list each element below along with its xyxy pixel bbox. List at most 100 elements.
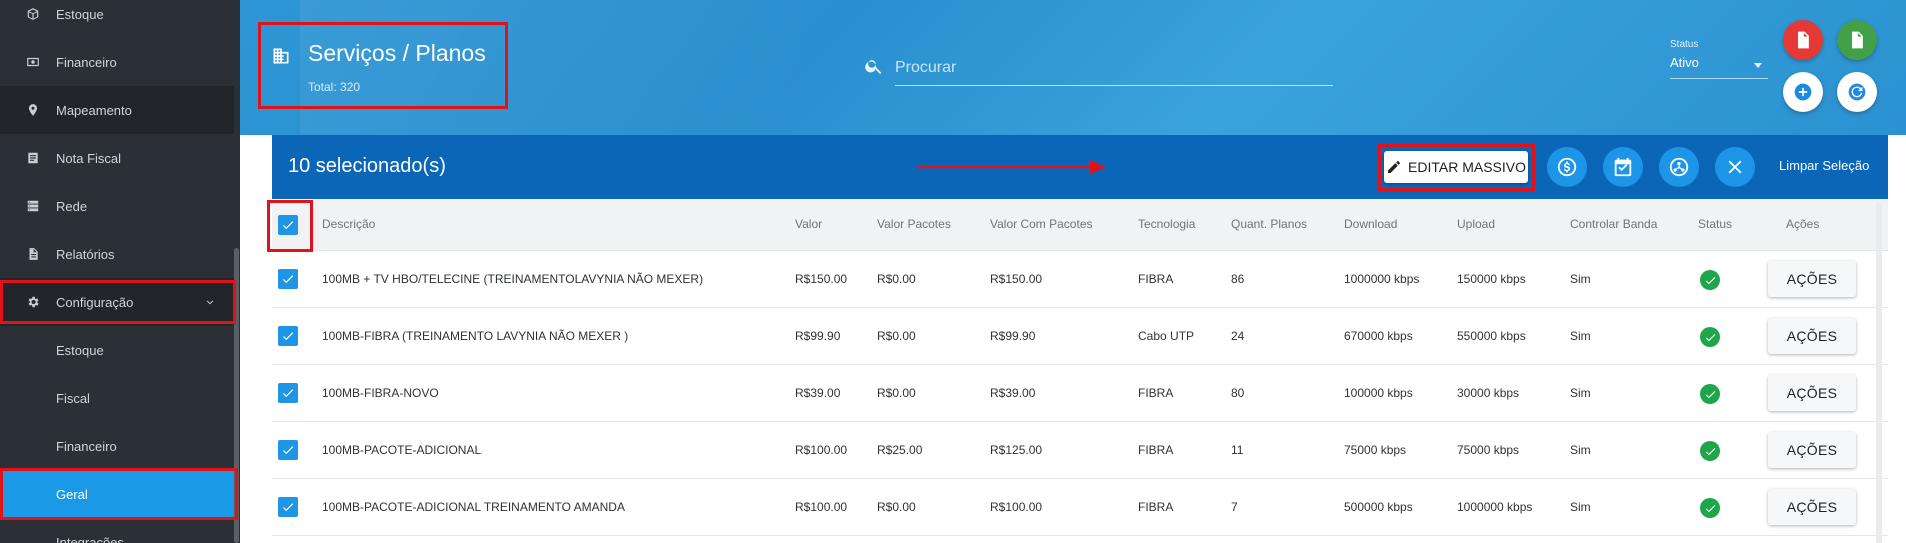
table-row[interactable]: 100MB + TV HBO/TELECINE (TREINAMENTOLAVY… — [272, 251, 1888, 308]
cell-valor-pacotes: R$0.00 — [877, 500, 916, 514]
status-filter-select[interactable]: Ativo — [1670, 55, 1768, 79]
select-all-checkbox[interactable] — [278, 215, 298, 235]
clear-selection-link[interactable]: Limpar Seleção — [1779, 158, 1869, 173]
pencil-icon — [1388, 161, 1400, 173]
table-row[interactable]: 100MB-PACOTE-ADICIONAL TREINAMENTO AMAND… — [272, 479, 1888, 536]
sidebar: Estoque Financeiro Mapeamento Nota Fisca… — [0, 0, 240, 543]
column-header-valor-pacotes[interactable]: Valor Pacotes — [877, 217, 951, 231]
sidebar-item-financeiro[interactable]: Financeiro — [0, 38, 234, 86]
sidebar-item-label: Relatórios — [56, 246, 115, 262]
row-actions-button[interactable]: AÇÕES — [1768, 432, 1856, 468]
status-active-icon — [1700, 327, 1720, 347]
add-button[interactable] — [1783, 72, 1823, 112]
row-checkbox[interactable] — [278, 497, 298, 517]
column-header-controlar-banda[interactable]: Controlar Banda — [1570, 217, 1657, 231]
sidebar-item-configuracao[interactable]: Configuração — [0, 278, 234, 326]
status-active-icon — [1700, 270, 1720, 290]
column-header-quant-planos[interactable]: Quant. Planos — [1231, 217, 1307, 231]
sidebar-subitem-estoque[interactable]: Estoque — [0, 326, 234, 374]
annotation-arrow-icon — [918, 160, 1106, 174]
export-pdf-button[interactable] — [1783, 20, 1823, 60]
table-row[interactable]: 100MB-PACOTE-ADICIONAL R$100.00 R$25.00 … — [272, 422, 1888, 479]
server-icon — [26, 199, 40, 213]
column-header-descricao[interactable]: Descrição — [322, 217, 375, 231]
row-actions-button[interactable]: AÇÕES — [1768, 489, 1856, 525]
check-icon — [282, 221, 294, 230]
header-shade — [300, 0, 800, 135]
cell-controlar-banda: Sim — [1570, 329, 1591, 343]
column-header-upload[interactable]: Upload — [1457, 217, 1495, 231]
row-checkbox[interactable] — [278, 269, 298, 289]
row-actions-button[interactable]: AÇÕES — [1768, 375, 1856, 411]
sidebar-subitem-label: Fiscal — [56, 390, 90, 406]
sidebar-item-label: Financeiro — [56, 54, 117, 70]
row-checkbox[interactable] — [278, 326, 298, 346]
table-row[interactable]: 100MB-FIBRA-NOVO R$39.00 R$0.00 R$39.00 … — [272, 365, 1888, 422]
status-active-icon — [1700, 384, 1720, 404]
refresh-button[interactable] — [1837, 72, 1877, 112]
cell-valor-pacotes: R$0.00 — [877, 329, 916, 343]
sidebar-subitem-financeiro[interactable]: Financeiro — [0, 422, 234, 470]
column-header-valor[interactable]: Valor — [795, 217, 822, 231]
cell-descricao: 100MB + TV HBO/TELECINE (TREINAMENTOLAVY… — [322, 272, 704, 286]
bulk-network-button[interactable] — [1659, 147, 1699, 187]
sidebar-subitem-label: Estoque — [56, 342, 104, 358]
sidebar-subitem-integracoes[interactable]: Integrações — [0, 518, 234, 543]
cell-valor-com-pacotes: R$125.00 — [990, 443, 1043, 457]
sidebar-scrollbar[interactable] — [234, 248, 239, 543]
row-actions-button[interactable]: AÇÕES — [1768, 261, 1856, 297]
sidebar-item-relatorios[interactable]: Relatórios — [0, 230, 234, 278]
status-filter-label: Status — [1670, 39, 1699, 50]
table-scrollbar[interactable] — [1876, 203, 1882, 543]
refresh-icon — [1848, 83, 1866, 101]
row-checkbox[interactable] — [278, 440, 298, 460]
export-excel-button[interactable] — [1837, 20, 1877, 60]
column-header-valor-com-pacotes[interactable]: Valor Com Pacotes — [990, 217, 1093, 231]
bulk-edit-button[interactable]: EDITAR MASSIVO — [1384, 151, 1528, 183]
cell-controlar-banda: Sim — [1570, 272, 1591, 286]
cell-valor: R$150.00 — [795, 272, 848, 286]
cell-valor-pacotes: R$0.00 — [877, 386, 916, 400]
sidebar-item-mapeamento[interactable]: Mapeamento — [0, 86, 234, 134]
row-actions-button[interactable]: AÇÕES — [1768, 318, 1856, 354]
column-header-download[interactable]: Download — [1344, 217, 1397, 231]
search-input[interactable] — [895, 50, 1333, 86]
cell-controlar-banda: Sim — [1570, 443, 1591, 457]
network-circle-icon — [1669, 157, 1689, 177]
cell-tecnologia: Cabo UTP — [1138, 329, 1195, 343]
sidebar-item-nota-fiscal[interactable]: Nota Fiscal — [0, 134, 234, 182]
cancel-selection-button[interactable] — [1715, 147, 1755, 187]
bulk-date-button[interactable] — [1603, 147, 1643, 187]
close-icon — [1728, 160, 1742, 174]
excel-icon — [1852, 31, 1863, 49]
sidebar-subitem-fiscal[interactable]: Fiscal — [0, 374, 234, 422]
sidebar-subitem-geral[interactable]: Geral — [0, 470, 234, 518]
cell-valor-pacotes: R$0.00 — [877, 272, 916, 286]
bulk-edit-label: EDITAR MASSIVO — [1408, 159, 1526, 175]
sidebar-item-label: Mapeamento — [56, 102, 132, 118]
column-header-tecnologia[interactable]: Tecnologia — [1138, 217, 1195, 231]
sidebar-subitem-label: Integrações — [56, 534, 124, 543]
sidebar-subitem-label: Geral — [56, 486, 88, 502]
row-checkbox[interactable] — [278, 383, 298, 403]
dollar-circle-icon — [1557, 157, 1577, 177]
check-icon — [282, 275, 294, 284]
cell-quant-planos: 80 — [1231, 386, 1245, 400]
cell-tecnologia: FIBRA — [1138, 386, 1174, 400]
cell-quant-planos: 86 — [1231, 272, 1245, 286]
sidebar-item-rede[interactable]: Rede — [0, 182, 234, 230]
column-header-acoes: Ações — [1786, 217, 1820, 231]
cell-tecnologia: FIBRA — [1138, 443, 1174, 457]
page-total-count: Total: 320 — [308, 80, 361, 94]
chevron-down-icon — [204, 296, 216, 308]
cell-upload: 1000000 kbps — [1457, 500, 1533, 514]
gear-icon — [26, 295, 40, 309]
table-row[interactable]: 100MB-FIBRA (TREINAMENTO LAVYNIA NÃO MEX… — [272, 308, 1888, 365]
cell-valor-com-pacotes: R$39.00 — [990, 386, 1036, 400]
check-icon — [282, 446, 294, 455]
column-header-status[interactable]: Status — [1698, 217, 1732, 231]
bulk-price-button[interactable] — [1547, 147, 1587, 187]
cell-descricao: 100MB-FIBRA (TREINAMENTO LAVYNIA NÃO MEX… — [322, 329, 629, 343]
sidebar-item-estoque[interactable]: Estoque — [0, 0, 234, 38]
cell-upload: 550000 kbps — [1457, 329, 1526, 343]
